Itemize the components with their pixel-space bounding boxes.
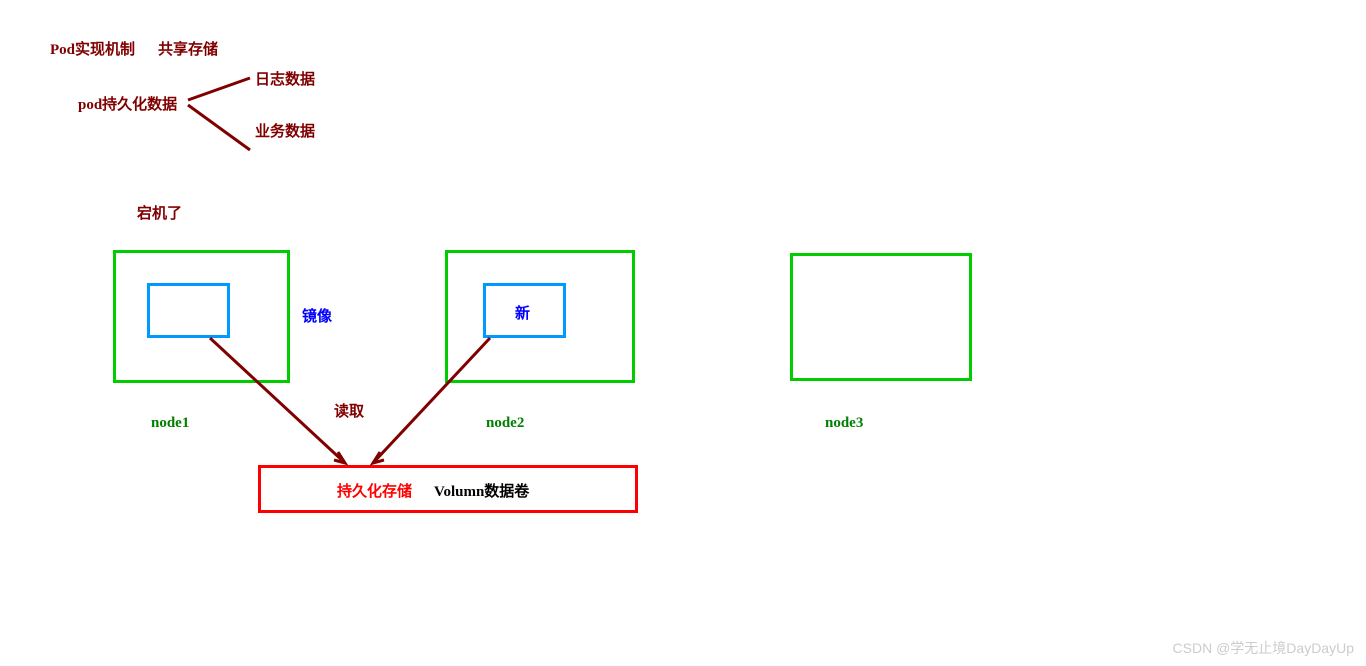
node3-box: [790, 253, 972, 381]
watermark: CSDN @学无止境DayDayUp: [1173, 638, 1354, 658]
read-label: 读取: [334, 400, 364, 421]
pod-persist-data-label: pod持久化数据: [78, 93, 177, 114]
storage-label1: 持久化存储: [337, 480, 412, 501]
storage-label2: Volumn数据卷: [434, 480, 529, 501]
node1-label: node1: [151, 415, 189, 432]
node3-label: node3: [825, 415, 863, 432]
title-pod-mechanism: Pod实现机制: [50, 38, 135, 59]
node2-label: node2: [486, 415, 524, 432]
node1-inner-box: [147, 283, 230, 338]
mirror-label: 镜像: [302, 305, 332, 326]
branch-log-data: 日志数据: [255, 68, 315, 89]
branch-biz-data: 业务数据: [255, 120, 315, 141]
status-down: 宕机了: [137, 202, 182, 223]
title-shared-storage: 共享存储: [158, 38, 218, 59]
new-label: 新: [515, 302, 530, 323]
